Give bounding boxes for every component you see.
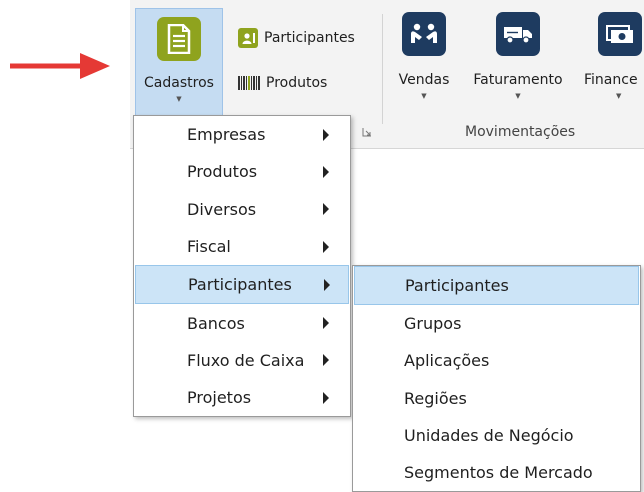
chevron-down-icon: ▼ bbox=[616, 92, 622, 100]
vendas-label: Vendas bbox=[398, 72, 450, 88]
handshake-icon bbox=[402, 12, 446, 56]
menu-item-label: Unidades de Negócio bbox=[404, 425, 574, 445]
submenu-arrow-icon bbox=[323, 128, 329, 141]
menu-item-label: Aplicações bbox=[404, 351, 490, 371]
faturamento-label: Faturamento bbox=[473, 72, 563, 88]
menu-item-label: Bancos bbox=[187, 313, 245, 333]
submenu-arrow-icon bbox=[323, 317, 329, 330]
menu-item-label: Participantes bbox=[405, 276, 509, 296]
participantes-ribbon-label: Participantes bbox=[264, 30, 355, 46]
barcode-icon bbox=[238, 75, 260, 91]
participantes-submenu: Participantes Grupos Aplicações Regiões … bbox=[352, 265, 641, 492]
menu-item-diversos[interactable]: Diversos bbox=[134, 191, 350, 228]
menu-item-label: Participantes bbox=[188, 275, 292, 295]
menu-item-label: Produtos bbox=[187, 162, 258, 182]
submenu-item-grupos[interactable]: Grupos bbox=[353, 305, 640, 342]
chevron-down-icon: ▼ bbox=[515, 92, 521, 100]
financeiro-button[interactable]: Finance ▼ bbox=[582, 12, 644, 100]
submenu-arrow-icon bbox=[323, 354, 329, 367]
document-icon bbox=[157, 17, 201, 61]
participantes-ribbon-button[interactable]: Participantes bbox=[238, 28, 355, 48]
menu-item-label: Grupos bbox=[404, 314, 462, 334]
menu-item-bancos[interactable]: Bancos bbox=[134, 304, 350, 341]
annotation-arrow-icon bbox=[10, 53, 110, 79]
menu-item-projetos[interactable]: Projetos bbox=[134, 379, 350, 416]
contact-card-icon bbox=[238, 28, 258, 48]
submenu-item-regioes[interactable]: Regiões bbox=[353, 380, 640, 417]
chevron-down-icon: ▼ bbox=[176, 95, 182, 103]
menu-item-label: Segmentos de Mercado bbox=[404, 463, 593, 483]
menu-item-empresas[interactable]: Empresas bbox=[134, 116, 350, 153]
submenu-arrow-icon bbox=[323, 203, 329, 216]
menu-item-fluxo-de-caixa[interactable]: Fluxo de Caixa bbox=[134, 342, 350, 379]
menu-item-label: Empresas bbox=[187, 125, 266, 145]
cadastros-label: Cadastros bbox=[144, 75, 214, 91]
faturamento-button[interactable]: Faturamento ▼ bbox=[470, 12, 566, 100]
truck-icon bbox=[496, 12, 540, 56]
movimentacoes-group-label: Movimentações bbox=[465, 124, 576, 140]
cadastros-menu: Empresas Produtos Diversos Fiscal Partic… bbox=[133, 115, 351, 417]
produtos-ribbon-label: Produtos bbox=[266, 75, 328, 91]
submenu-arrow-icon bbox=[323, 240, 329, 253]
dialog-launcher-icon[interactable] bbox=[362, 127, 372, 137]
submenu-arrow-icon bbox=[323, 391, 329, 404]
submenu-arrow-icon bbox=[323, 165, 329, 178]
submenu-item-segmentos-de-mercado[interactable]: Segmentos de Mercado bbox=[353, 454, 640, 491]
submenu-item-participantes[interactable]: Participantes bbox=[354, 266, 639, 306]
chevron-down-icon: ▼ bbox=[421, 92, 427, 100]
menu-item-label: Regiões bbox=[404, 388, 467, 408]
menu-item-produtos[interactable]: Produtos bbox=[134, 153, 350, 190]
submenu-item-aplicacoes[interactable]: Aplicações bbox=[353, 342, 640, 379]
money-icon bbox=[598, 12, 642, 56]
menu-item-participantes[interactable]: Participantes bbox=[135, 265, 349, 305]
menu-item-label: Fluxo de Caixa bbox=[187, 350, 305, 370]
submenu-arrow-icon bbox=[324, 278, 330, 291]
menu-item-label: Fiscal bbox=[187, 237, 231, 257]
financeiro-label: Finance bbox=[584, 72, 638, 88]
menu-item-label: Projetos bbox=[187, 388, 252, 408]
submenu-item-unidades-de-negocio[interactable]: Unidades de Negócio bbox=[353, 417, 640, 454]
menu-item-label: Diversos bbox=[187, 199, 257, 219]
menu-item-fiscal[interactable]: Fiscal bbox=[134, 228, 350, 265]
group-separator bbox=[382, 14, 383, 124]
cadastros-button[interactable]: Cadastros ▼ bbox=[135, 8, 223, 116]
vendas-button[interactable]: Vendas ▼ bbox=[396, 12, 452, 100]
produtos-ribbon-button[interactable]: Produtos bbox=[238, 75, 327, 91]
